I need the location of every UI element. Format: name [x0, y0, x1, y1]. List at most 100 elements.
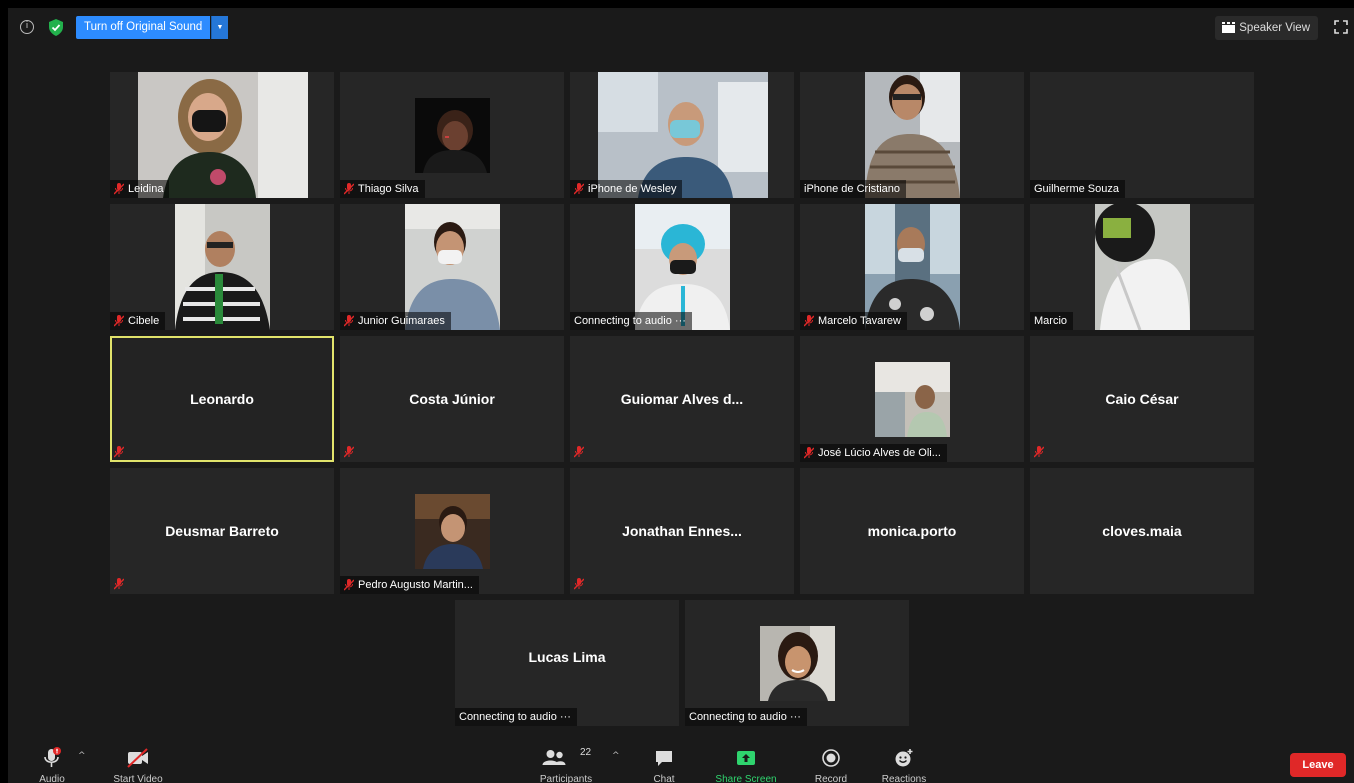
participant-tile[interactable]: iPhone de Wesley	[570, 72, 794, 198]
participant-name: Marcelo Tavarew	[818, 315, 901, 327]
participant-tile[interactable]: Jonathan Ennes...	[570, 468, 794, 594]
participant-status-label: Connecting to audio ···	[570, 312, 692, 330]
record-button[interactable]: Record	[808, 743, 854, 783]
participant-tile[interactable]: Marcio	[1030, 204, 1254, 330]
audio-options-caret[interactable]: ^	[78, 751, 86, 761]
participant-name: Costa Júnior	[409, 391, 495, 407]
participant-name: Thiago Silva	[358, 183, 419, 195]
original-sound-dropdown[interactable]: ▼	[211, 16, 228, 39]
participant-tile[interactable]: monica.porto	[800, 468, 1024, 594]
participant-tile[interactable]: Connecting to audio ···	[570, 204, 794, 330]
participants-label: Participants	[539, 774, 593, 783]
encryption-shield-icon[interactable]	[48, 19, 64, 36]
muted-mic-icon	[114, 578, 124, 590]
participant-name-label: Thiago Silva	[340, 180, 425, 198]
participant-name: Guiomar Alves d...	[620, 391, 744, 407]
participant-name-label: Cibele	[110, 312, 166, 330]
fullscreen-icon[interactable]	[1334, 20, 1348, 34]
participant-tile-active-speaker[interactable]: Leonardo	[110, 336, 334, 462]
speaker-view-icon	[1222, 22, 1236, 33]
chat-icon	[656, 751, 672, 766]
participant-name: Caio César	[1105, 391, 1179, 407]
participant-name: Cibele	[128, 315, 160, 327]
muted-mic-icon	[344, 183, 354, 195]
participant-tile[interactable]: cloves.maia	[1030, 468, 1254, 594]
participant-tile[interactable]: José Lúcio Alves de Oli...	[800, 336, 1024, 462]
muted-mic-icon	[344, 446, 354, 458]
participant-name: Junior Guimaraes	[358, 315, 445, 327]
muted-mic-icon	[574, 446, 584, 458]
reactions-button[interactable]: Reactions	[876, 743, 932, 783]
participant-status-label: Connecting to audio ···	[455, 708, 577, 726]
reactions-emoji-icon	[895, 749, 913, 767]
participant-tile[interactable]: Caio César	[1030, 336, 1254, 462]
participant-tile[interactable]: Cibele	[110, 204, 334, 330]
participant-avatar	[415, 494, 490, 569]
participant-tile[interactable]: iPhone de Cristiano	[800, 72, 1024, 198]
meeting-window: i Turn off Original Sound ▼ Speaker View	[8, 8, 1354, 783]
participant-name-label: Leidina	[110, 180, 170, 198]
top-bar: i Turn off Original Sound ▼ Speaker View	[8, 8, 1354, 48]
participants-options-caret[interactable]: ^	[612, 751, 620, 761]
chat-button[interactable]: Chat	[642, 743, 686, 783]
participant-tile[interactable]: Lucas Lima Connecting to audio ···	[455, 600, 679, 726]
meeting-controls-toolbar: Audio ^ Start Video 22 Participants ^ Ch…	[8, 743, 1354, 783]
participant-tile[interactable]: Deusmar Barreto	[110, 468, 334, 594]
muted-mic-icon	[114, 315, 124, 327]
share-screen-label: Share Screen	[715, 774, 777, 783]
participant-video	[175, 204, 270, 330]
participant-name-label: Marcio	[1030, 312, 1074, 330]
muted-mic-icon	[804, 315, 814, 327]
participant-name: José Lúcio Alves de Oli...	[818, 447, 941, 459]
participant-tile[interactable]: Pedro Augusto Martin...	[340, 468, 564, 594]
muted-mic-icon	[344, 579, 354, 591]
participant-name-label: Guilherme Souza	[1030, 180, 1125, 198]
participants-icon	[542, 750, 566, 765]
participant-tile[interactable]: Connecting to audio ···	[685, 600, 909, 726]
participant-name: Marcio	[1034, 315, 1068, 327]
participant-tile[interactable]: Thiago Silva	[340, 72, 564, 198]
participant-name: monica.porto	[867, 523, 957, 539]
muted-mic-icon	[114, 446, 124, 458]
participant-video	[1095, 204, 1190, 330]
speaker-view-label: Speaker View	[1239, 22, 1310, 34]
participant-tile[interactable]: Marcelo Tavarew	[800, 204, 1024, 330]
participant-name: Jonathan Ennes...	[622, 523, 742, 539]
participant-name-label: Marcelo Tavarew	[800, 312, 907, 330]
participant-name: Guilherme Souza	[1034, 183, 1119, 195]
video-off-icon	[127, 748, 148, 768]
record-icon	[822, 749, 840, 767]
participant-tile[interactable]: Leidina	[110, 72, 334, 198]
audio-button[interactable]: Audio	[30, 743, 74, 783]
participant-avatar	[875, 362, 950, 437]
participant-name: iPhone de Wesley	[588, 183, 677, 195]
participant-status-label: Connecting to audio ···	[685, 708, 807, 726]
mic-icon	[44, 747, 61, 767]
audio-label: Audio	[39, 774, 65, 783]
muted-mic-icon	[114, 183, 124, 195]
muted-mic-icon	[574, 183, 584, 195]
participant-avatar	[760, 626, 835, 701]
share-screen-button[interactable]: Share Screen	[706, 743, 786, 783]
muted-mic-icon	[1034, 446, 1044, 458]
participant-tile[interactable]: Costa Júnior	[340, 336, 564, 462]
speaker-view-button[interactable]: Speaker View	[1215, 16, 1318, 40]
info-icon[interactable]: i	[20, 20, 34, 34]
participant-tile[interactable]: Junior Guimaraes	[340, 204, 564, 330]
participant-name-label: Pedro Augusto Martin...	[340, 576, 479, 594]
start-video-label: Start Video	[113, 774, 163, 783]
participant-avatar	[415, 98, 490, 173]
participant-name-label: iPhone de Cristiano	[800, 180, 907, 198]
record-label: Record	[814, 774, 848, 783]
participant-status: Connecting to audio ···	[459, 711, 571, 723]
start-video-button[interactable]: Start Video	[104, 743, 172, 783]
participants-button[interactable]: 22 Participants	[532, 743, 600, 783]
participant-name: iPhone de Cristiano	[804, 183, 901, 195]
leave-meeting-button[interactable]: Leave	[1290, 753, 1346, 777]
participant-status: Connecting to audio ···	[689, 711, 801, 723]
participant-tile[interactable]: Guilherme Souza	[1030, 72, 1254, 198]
participant-tile[interactable]: Guiomar Alves d...	[570, 336, 794, 462]
reactions-label: Reactions	[881, 774, 927, 783]
muted-mic-icon	[804, 447, 814, 459]
original-sound-button[interactable]: Turn off Original Sound	[76, 16, 211, 39]
